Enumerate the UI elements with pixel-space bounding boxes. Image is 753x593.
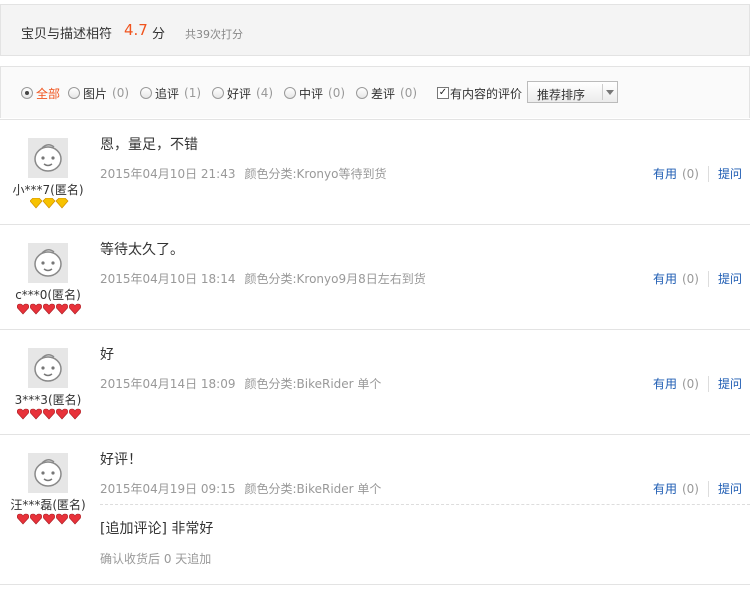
radio-icon[interactable] bbox=[212, 87, 224, 99]
rating-score: 4.7 bbox=[124, 21, 148, 39]
divider bbox=[707, 270, 709, 287]
useful-button[interactable]: 有用 bbox=[653, 375, 677, 392]
filter-count: (0) bbox=[400, 86, 418, 100]
radio-icon[interactable] bbox=[21, 87, 33, 99]
radio-icon[interactable] bbox=[356, 87, 368, 99]
red-heart-icon bbox=[16, 513, 82, 525]
has-content-label: 有内容的评价 bbox=[450, 86, 523, 101]
review-meta: 2015年04月14日 18:09 颜色分类:BikeRider 单个 bbox=[100, 375, 381, 392]
rating-summary: 宝贝与描述相符 4.7 分 共39次打分 bbox=[0, 4, 750, 56]
avatar[interactable] bbox=[28, 348, 68, 388]
review-item: 3***3(匿名) 好 2015年04月14日 18:09 颜色分类:BikeRi… bbox=[0, 329, 750, 434]
useful-count: (0) bbox=[681, 376, 699, 391]
review-user-name: 3***3(匿名) bbox=[14, 393, 82, 407]
useful-count: (0) bbox=[681, 271, 699, 286]
review-actions: 有用 (0) 提问 bbox=[653, 165, 742, 182]
rating-unit: 分 bbox=[152, 27, 166, 42]
useful-button[interactable]: 有用 bbox=[653, 270, 677, 287]
review-content: 恩，量足，不错 bbox=[100, 137, 198, 153]
red-heart-icon bbox=[16, 303, 82, 315]
filter-label: 差评 bbox=[371, 86, 396, 101]
ask-button[interactable]: 提问 bbox=[718, 165, 742, 182]
radio-icon[interactable] bbox=[284, 87, 296, 99]
review-content: 好 bbox=[100, 347, 114, 363]
review-content: 好评！ bbox=[100, 452, 142, 468]
gold-diamond-icon bbox=[29, 197, 69, 209]
red-heart-icon bbox=[16, 408, 82, 420]
review-sku: 颜色分类:Kronyo等待到货 bbox=[244, 167, 387, 181]
review-filter-bar: 全部 图片 (0) 追评 (1) 好评 (4) 中评 (0) 差评 (0) ✓ … bbox=[0, 66, 750, 118]
filter-all[interactable]: 全部 bbox=[21, 86, 61, 101]
review-user-name: 小***7(匿名) bbox=[12, 183, 84, 197]
useful-count: (0) bbox=[681, 481, 699, 496]
useful-count: (0) bbox=[681, 166, 699, 181]
radio-icon[interactable] bbox=[68, 87, 80, 99]
has-content-checkbox[interactable]: ✓ 有内容的评价 bbox=[437, 86, 523, 101]
filter-label: 追评 bbox=[155, 86, 180, 101]
review-meta: 2015年04月10日 21:43 颜色分类:Kronyo等待到货 bbox=[100, 165, 386, 182]
filter-negative[interactable]: 差评 (0) bbox=[356, 86, 418, 101]
useful-button[interactable]: 有用 bbox=[653, 480, 677, 497]
filter-count: (4) bbox=[256, 86, 274, 100]
divider bbox=[707, 480, 709, 497]
useful-button[interactable]: 有用 bbox=[653, 165, 677, 182]
review-item: c***0(匿名) 等待太久了。 2015年04月10日 18:14 颜色分类:K… bbox=[0, 224, 750, 329]
rating-count: 共39次打分 bbox=[185, 28, 243, 41]
review-date: 2015年04月14日 18:09 bbox=[100, 377, 236, 391]
select-divider bbox=[602, 84, 603, 100]
review-date: 2015年04月19日 09:15 bbox=[100, 482, 236, 496]
review-content: 等待太久了。 bbox=[100, 242, 184, 258]
filter-label: 全部 bbox=[36, 86, 61, 101]
buyer-level-badges bbox=[16, 513, 83, 525]
filter-neutral[interactable]: 中评 (0) bbox=[284, 86, 346, 101]
ask-button[interactable]: 提问 bbox=[718, 270, 742, 287]
review-meta: 2015年04月10日 18:14 颜色分类:Kronyo9月8日左右到货 bbox=[100, 270, 426, 287]
sort-select[interactable]: 推荐排序 bbox=[527, 81, 618, 103]
rating-label: 宝贝与描述相符 bbox=[21, 27, 113, 42]
filter-count: (1) bbox=[184, 86, 202, 100]
filter-count: (0) bbox=[328, 86, 346, 100]
avatar[interactable] bbox=[28, 243, 68, 283]
append-review-meta: 确认收货后 0 天追加 bbox=[100, 552, 212, 566]
avatar[interactable] bbox=[28, 138, 68, 178]
buyer-level-badges bbox=[16, 303, 83, 315]
review-sku: 颜色分类:BikeRider 单个 bbox=[244, 482, 382, 496]
filter-followup[interactable]: 追评 (1) bbox=[140, 86, 202, 101]
filter-label: 中评 bbox=[299, 86, 324, 101]
chevron-down-icon[interactable] bbox=[606, 90, 614, 95]
append-divider bbox=[100, 504, 750, 505]
review-sku: 颜色分类:Kronyo9月8日左右到货 bbox=[244, 272, 426, 286]
filter-label: 图片 bbox=[83, 86, 108, 101]
avatar[interactable] bbox=[28, 453, 68, 493]
append-review-content: [追加评论] 非常好 bbox=[100, 521, 214, 537]
checkmark-icon[interactable]: ✓ bbox=[437, 87, 449, 99]
divider bbox=[707, 375, 709, 392]
review-date: 2015年04月10日 18:14 bbox=[100, 272, 236, 286]
review-meta: 2015年04月19日 09:15 颜色分类:BikeRider 单个 bbox=[100, 480, 381, 497]
review-actions: 有用 (0) 提问 bbox=[653, 375, 742, 392]
divider bbox=[707, 165, 709, 182]
review-user-name: c***0(匿名) bbox=[15, 288, 81, 302]
review-item: 小***7(匿名) 恩，量足，不错 2015年04月10日 21:43 颜色分类:… bbox=[0, 119, 750, 224]
radio-icon[interactable] bbox=[140, 87, 152, 99]
buyer-level-badges bbox=[16, 408, 83, 420]
ask-button[interactable]: 提问 bbox=[718, 480, 742, 497]
review-item: 汪***磊(匿名) 好评！ 2015年04月19日 09:15 颜色分类:Bike… bbox=[0, 434, 750, 585]
filter-label: 好评 bbox=[227, 86, 252, 101]
filter-images[interactable]: 图片 (0) bbox=[68, 86, 130, 101]
review-date: 2015年04月10日 21:43 bbox=[100, 167, 236, 181]
filter-count: (0) bbox=[112, 86, 130, 100]
buyer-level-badges bbox=[29, 197, 70, 209]
ask-button[interactable]: 提问 bbox=[718, 375, 742, 392]
review-actions: 有用 (0) 提问 bbox=[653, 480, 742, 497]
sort-value: 推荐排序 bbox=[537, 88, 586, 102]
review-user-name: 汪***磊(匿名) bbox=[10, 498, 86, 512]
review-actions: 有用 (0) 提问 bbox=[653, 270, 742, 287]
review-sku: 颜色分类:BikeRider 单个 bbox=[244, 377, 382, 391]
filter-positive[interactable]: 好评 (4) bbox=[212, 86, 274, 101]
